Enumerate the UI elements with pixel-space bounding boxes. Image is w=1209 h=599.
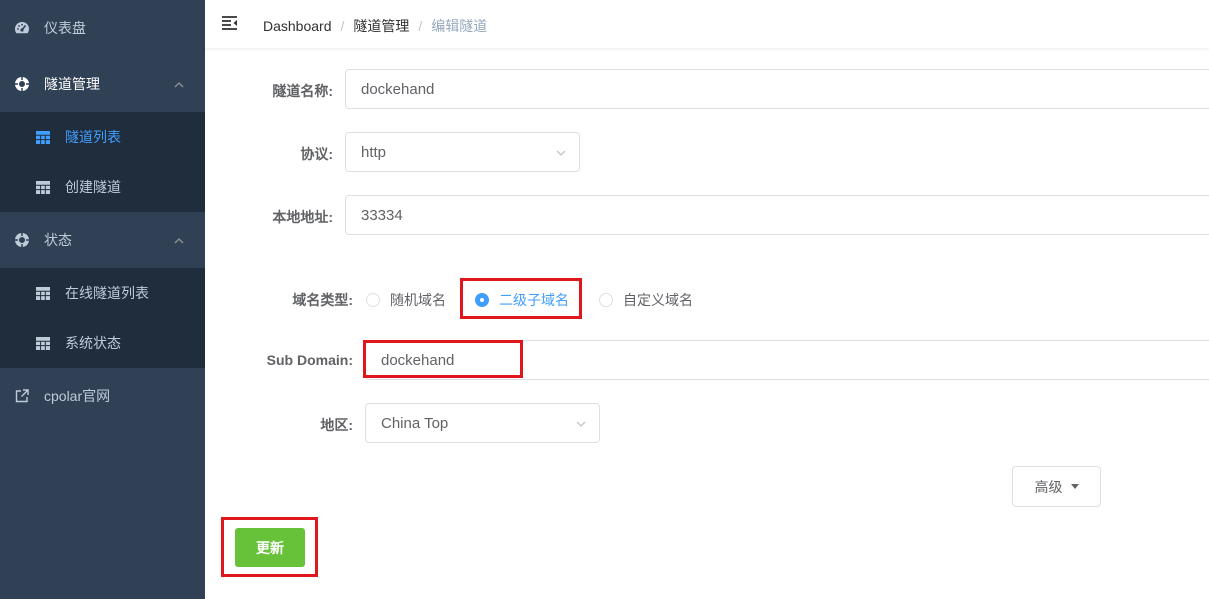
subdomain-label: Sub Domain: — [266, 352, 353, 368]
breadcrumb: Dashboard / 隧道管理 / 编辑隧道 — [263, 16, 487, 36]
sidebar-item-cpolar-site[interactable]: cpolar官网 — [0, 368, 205, 424]
sidebar-item-create-tunnel[interactable]: 创建隧道 — [0, 162, 205, 212]
table-grid-icon — [35, 179, 51, 195]
protocol-select[interactable]: http — [345, 132, 580, 172]
protocol-label: 协议: — [300, 146, 333, 162]
breadcrumb-separator: / — [340, 18, 345, 34]
tunnel-name-label: 隧道名称: — [272, 83, 333, 99]
sidebar-item-label: 隧道列表 — [65, 129, 121, 145]
caret-down-icon — [1070, 484, 1079, 489]
top-navbar: Dashboard / 隧道管理 / 编辑隧道 — [205, 0, 1209, 48]
highlight-box-update-button — [221, 517, 318, 577]
radio-circle — [366, 293, 380, 307]
sidebar-group-label: 状态 — [44, 232, 72, 248]
table-grid-icon — [35, 129, 51, 145]
region-label: 地区: — [320, 417, 353, 433]
radio-circle — [599, 293, 613, 307]
chevron-down-icon — [555, 146, 567, 158]
breadcrumb-separator: / — [418, 18, 423, 34]
radio-label: 自定义域名 — [623, 292, 693, 308]
local-address-value: 33334 — [361, 206, 403, 224]
sidebar-item-dashboard[interactable]: 仪表盘 — [0, 0, 205, 56]
sidebar-item-tunnel-list[interactable]: 隧道列表 — [0, 112, 205, 162]
radio-custom-domain[interactable]: 自定义域名 — [599, 290, 693, 310]
advanced-button-label: 高级 — [1034, 478, 1063, 495]
table-grid-icon — [35, 335, 51, 351]
sidebar-item-label: 创建隧道 — [65, 179, 121, 195]
sidebar: 仪表盘 隧道管理 隧道列表 创建隧道 状态 在线隧道列表 系统状态 cpolar… — [0, 0, 205, 599]
region-select[interactable]: China Top — [365, 403, 600, 443]
sidebar-item-label: 仪表盘 — [44, 20, 86, 36]
dashboard-gauge-icon — [14, 20, 30, 36]
sidebar-item-label: 系统状态 — [65, 335, 121, 351]
life-ring-icon — [14, 76, 30, 92]
radio-random-domain[interactable]: 随机域名 — [366, 290, 446, 310]
advanced-dropdown-button[interactable]: 高级 — [1012, 466, 1101, 507]
region-value: China Top — [381, 414, 449, 432]
tunnel-name-value: dockehand — [361, 80, 435, 98]
highlight-box-subdomain-option — [460, 278, 582, 319]
breadcrumb-current: 编辑隧道 — [431, 18, 488, 34]
life-ring-icon — [14, 232, 30, 248]
domain-type-label: 域名类型: — [292, 292, 353, 308]
local-address-input[interactable]: 33334 — [345, 195, 1209, 235]
chevron-up-icon — [173, 78, 185, 90]
sidebar-item-system-status[interactable]: 系统状态 — [0, 318, 205, 368]
breadcrumb-dashboard[interactable]: Dashboard — [263, 18, 332, 34]
external-link-icon — [14, 388, 30, 404]
local-address-label: 本地地址: — [272, 209, 333, 225]
chevron-down-icon — [575, 417, 587, 429]
menu-fold-icon[interactable] — [221, 15, 239, 33]
table-grid-icon — [35, 285, 51, 301]
chevron-up-icon — [173, 234, 185, 246]
highlight-box-subdomain-input — [363, 340, 523, 378]
protocol-value: http — [361, 143, 387, 161]
sidebar-group-tunnel-management[interactable]: 隧道管理 — [0, 56, 205, 112]
breadcrumb-tunnel-management[interactable]: 隧道管理 — [353, 18, 409, 34]
sidebar-item-label: cpolar官网 — [44, 388, 111, 404]
tunnel-name-input[interactable]: dockehand — [345, 69, 1209, 109]
radio-label: 随机域名 — [390, 292, 446, 308]
sidebar-group-label: 隧道管理 — [44, 76, 100, 92]
sidebar-group-status[interactable]: 状态 — [0, 212, 205, 268]
sidebar-item-online-tunnels[interactable]: 在线隧道列表 — [0, 268, 205, 318]
sidebar-item-label: 在线隧道列表 — [65, 285, 149, 301]
